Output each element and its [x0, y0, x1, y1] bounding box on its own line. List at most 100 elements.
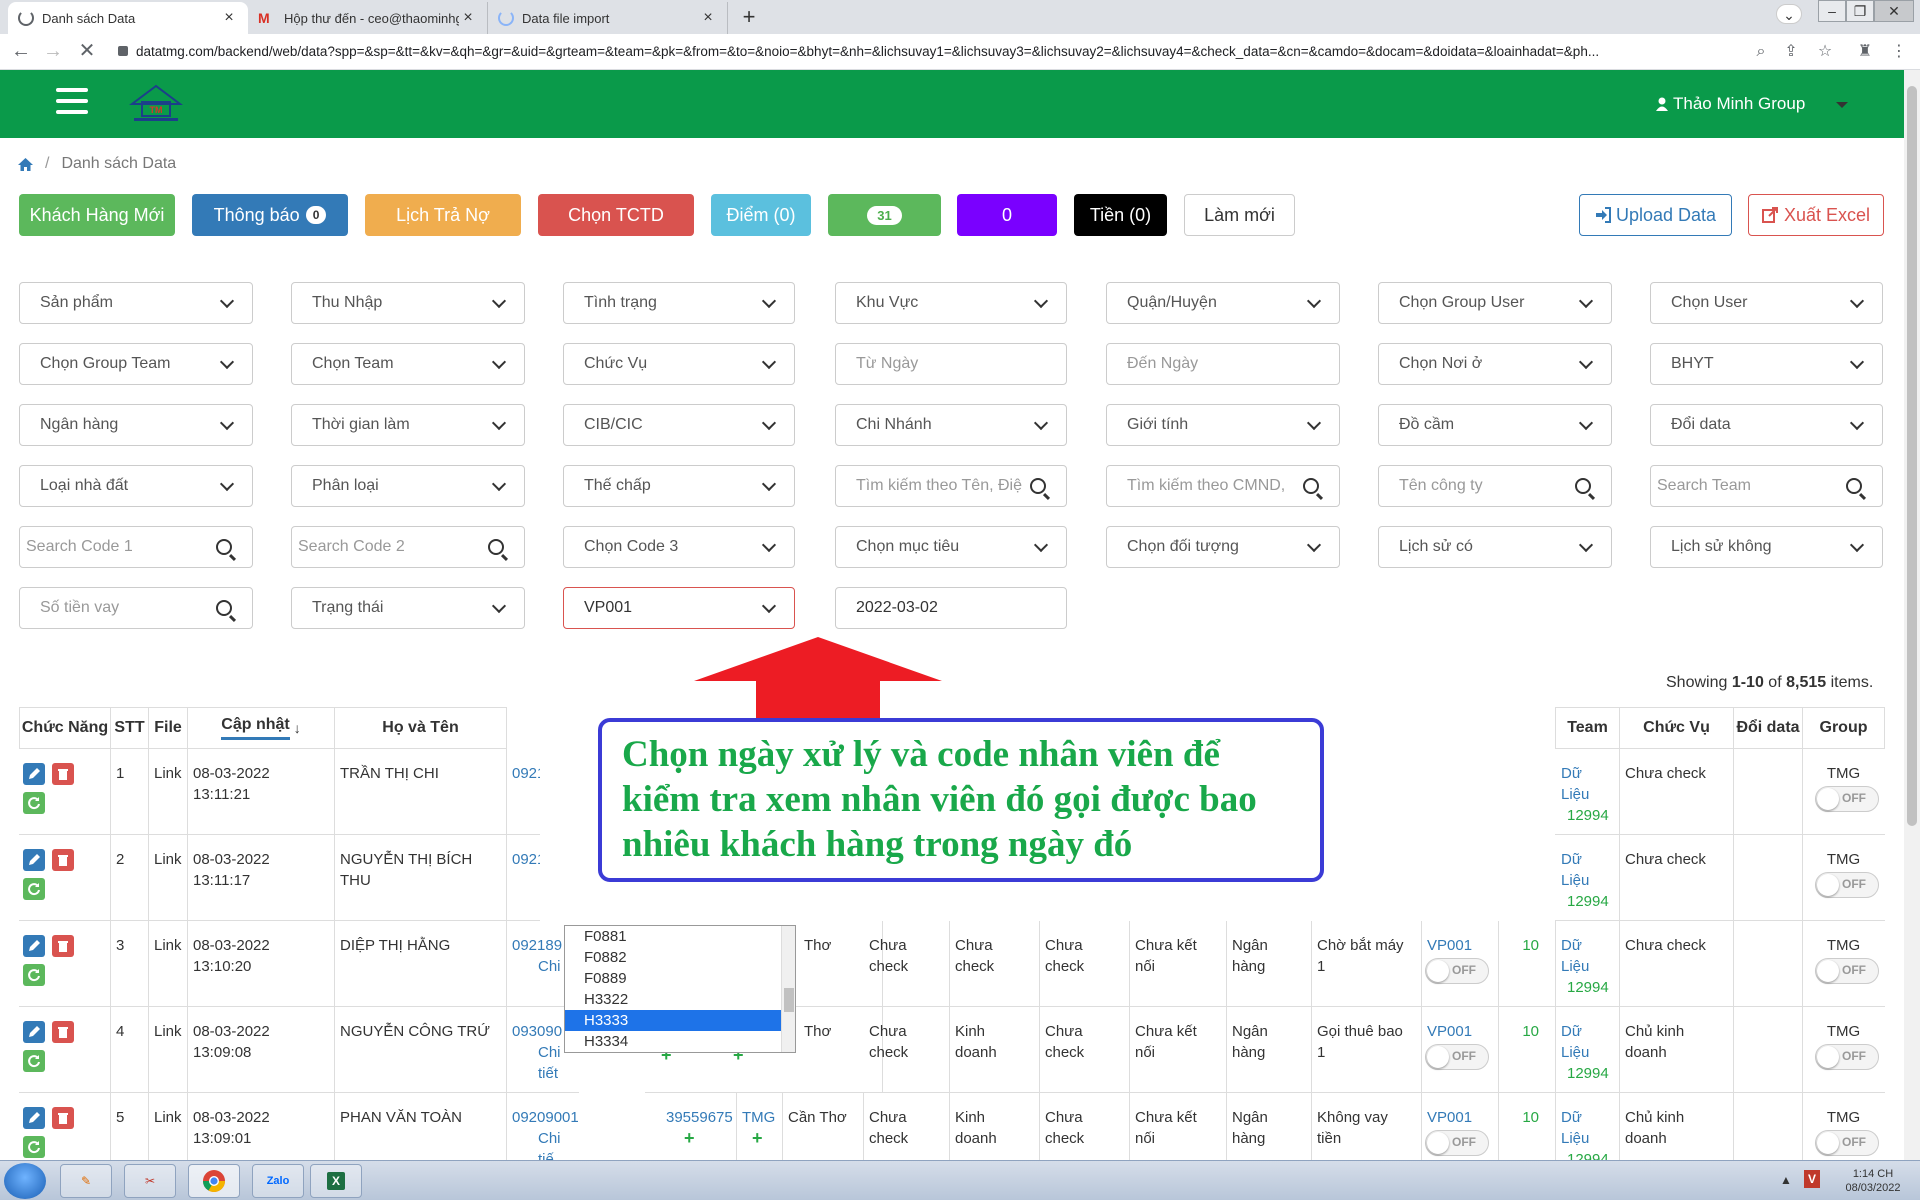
refresh-button[interactable]: Làm mới — [1184, 194, 1295, 236]
employee-code-dropdown[interactable]: F0881 F0882 F0889 H3322 H3333 H3334 — [564, 925, 796, 1053]
income-select[interactable]: Thu Nhập — [291, 282, 525, 324]
money-button[interactable]: Tiền (0) — [1074, 194, 1167, 236]
code-link[interactable]: VP001 — [1427, 935, 1492, 956]
delete-icon[interactable] — [52, 763, 74, 785]
bank-select[interactable]: Ngân hàng — [19, 404, 253, 446]
group-user-select[interactable]: Chọn Group User — [1378, 282, 1612, 324]
payment-schedule-button[interactable]: Lịch Trả Nợ — [365, 194, 521, 236]
group-toggle[interactable]: OFF — [1815, 1044, 1879, 1070]
group-toggle[interactable]: OFF — [1815, 786, 1879, 812]
refresh-icon[interactable] — [23, 1136, 45, 1158]
new-customer-button[interactable]: Khách Hàng Mới — [19, 194, 175, 236]
team-link[interactable]: Liệu — [1561, 870, 1613, 891]
team-select[interactable]: Chọn Team — [291, 343, 525, 385]
phone-link[interactable]: 09209001 — [512, 1107, 579, 1128]
excel-app-icon[interactable]: X — [310, 1164, 362, 1198]
team-link[interactable]: Liệu — [1561, 784, 1613, 805]
paint-app-icon[interactable]: ✎ — [60, 1164, 112, 1198]
code2-search-input[interactable]: Search Code 2 — [291, 526, 525, 568]
row-file-link[interactable]: Link — [148, 835, 188, 921]
page-scrollbar[interactable] — [1904, 70, 1920, 1160]
target-select[interactable]: Chọn mục tiêu — [835, 526, 1067, 568]
edit-icon[interactable] — [23, 1021, 45, 1043]
team-link[interactable]: Liệu — [1561, 1128, 1613, 1149]
name-search-input[interactable]: Tìm kiếm theo Tên, Điệ — [835, 465, 1067, 507]
history-no-select[interactable]: Lịch sử không — [1650, 526, 1883, 568]
change-data-select[interactable]: Đổi data — [1650, 404, 1883, 446]
row-file-link[interactable]: Link — [148, 1093, 188, 1160]
menu-dots-icon[interactable]: ⋮ — [1888, 42, 1910, 62]
new-tab-button[interactable]: + — [735, 4, 763, 32]
tab-search-icon[interactable]: ⌄ — [1776, 4, 1802, 24]
scroll-thumb[interactable] — [1907, 86, 1917, 826]
loan-amount-input[interactable]: Số tiền vay — [19, 587, 253, 629]
group-toggle[interactable]: OFF — [1815, 958, 1879, 984]
browser-tab-active[interactable]: Danh sách Data × — [8, 2, 248, 34]
employee-code-select[interactable]: VP001 — [563, 587, 795, 629]
user-select[interactable]: Chọn User — [1650, 282, 1883, 324]
process-date-input[interactable]: 2022-03-02 — [835, 587, 1067, 629]
zoom-icon[interactable]: ⌕ — [1750, 42, 1772, 62]
phone2-link[interactable]: 39559675 — [666, 1107, 733, 1128]
classification-select[interactable]: Phân loại — [291, 465, 525, 507]
code-toggle[interactable]: OFF — [1425, 1044, 1489, 1070]
group-toggle[interactable]: OFF — [1815, 872, 1879, 898]
points-button[interactable]: Điểm (0) — [711, 194, 811, 236]
upload-data-button[interactable]: Upload Data — [1579, 194, 1732, 236]
hamburger-menu-icon[interactable] — [56, 88, 88, 116]
row-file-link[interactable]: Link — [148, 921, 188, 1007]
from-date-input[interactable]: Từ Ngày — [835, 343, 1067, 385]
code-link[interactable]: VP001 — [1427, 1021, 1492, 1042]
delete-icon[interactable] — [52, 849, 74, 871]
team-link[interactable]: Liệu — [1561, 1042, 1613, 1063]
team-link[interactable]: Dữ — [1561, 849, 1613, 870]
choose-tctd-button[interactable]: Chọn TCTD — [538, 194, 694, 236]
audience-select[interactable]: Chọn đối tượng — [1106, 526, 1340, 568]
url-field[interactable]: datatmg.com/backend/web/data?spp=&sp=&tt… — [136, 41, 1746, 63]
pawn-select[interactable]: Đồ cầm — [1378, 404, 1612, 446]
branch-select[interactable]: Chi Nhánh — [835, 404, 1067, 446]
to-date-input[interactable]: Đến Ngày — [1106, 343, 1340, 385]
bookmark-star-icon[interactable]: ☆ — [1814, 42, 1836, 62]
history-yes-select[interactable]: Lịch sử có — [1378, 526, 1612, 568]
browser-tab[interactable]: M Hộp thư đến - ceo@thaominhgro × — [248, 2, 488, 34]
delete-icon[interactable] — [52, 935, 74, 957]
snipping-tool-icon[interactable]: ✂ — [124, 1164, 176, 1198]
search-icon[interactable] — [1030, 478, 1046, 494]
user-menu[interactable]: Thảo Minh Group — [1656, 92, 1805, 116]
add-icon[interactable]: + — [666, 1128, 730, 1149]
antivirus-tray-icon[interactable]: V — [1804, 1170, 1820, 1188]
team-link[interactable]: Dữ — [1561, 935, 1613, 956]
minimize-icon[interactable]: – — [1818, 0, 1846, 22]
region-select[interactable]: Khu Vực — [835, 282, 1067, 324]
tray-arrow-icon[interactable]: ▲ — [1780, 1173, 1792, 1187]
search-icon[interactable] — [216, 539, 232, 555]
group-team-select[interactable]: Chọn Group Team — [19, 343, 253, 385]
restore-icon[interactable]: ❐ — [1846, 0, 1874, 22]
zalo-app-icon[interactable]: Zalo — [252, 1164, 304, 1198]
search-icon[interactable] — [1303, 478, 1319, 494]
detail-link[interactable]: Chi tiế — [512, 1128, 579, 1160]
search-icon[interactable] — [488, 539, 504, 555]
residence-select[interactable]: Chọn Nơi ở — [1378, 343, 1612, 385]
dropdown-option-selected[interactable]: H3333 — [565, 1010, 795, 1031]
search-icon[interactable] — [1846, 478, 1862, 494]
code1-search-input[interactable]: Search Code 1 — [19, 526, 253, 568]
back-icon[interactable]: ← — [8, 40, 34, 64]
product-select[interactable]: Sản phẩm — [19, 282, 253, 324]
team-search-input[interactable]: Search Team — [1650, 465, 1883, 507]
mortgage-select[interactable]: Thế chấp — [563, 465, 795, 507]
purple-count-button[interactable]: 0 — [957, 194, 1057, 236]
dropdown-scrollbar[interactable] — [781, 926, 795, 1052]
refresh-icon[interactable] — [23, 878, 45, 900]
delete-icon[interactable] — [52, 1021, 74, 1043]
chevron-down-icon[interactable] — [1836, 102, 1848, 108]
land-type-select[interactable]: Loại nhà đất — [19, 465, 253, 507]
row-file-link[interactable]: Link — [148, 1007, 188, 1093]
dropdown-option[interactable]: F0889 — [565, 968, 795, 989]
team-link[interactable]: Dữ — [1561, 1107, 1613, 1128]
edit-icon[interactable] — [23, 849, 45, 871]
gender-select[interactable]: Giới tính — [1106, 404, 1340, 446]
status-select[interactable]: Tình trạng — [563, 282, 795, 324]
state-select[interactable]: Trạng thái — [291, 587, 525, 629]
